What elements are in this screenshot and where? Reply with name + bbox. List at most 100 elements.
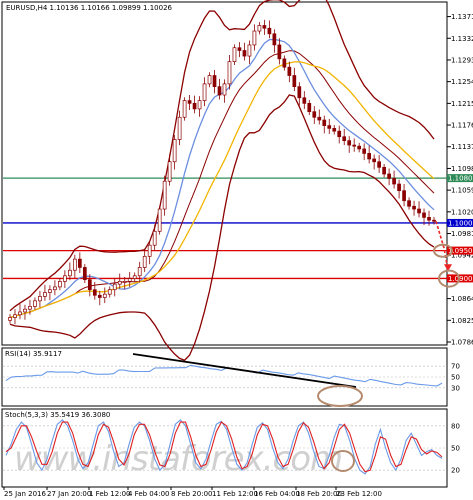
candle-body: [257, 25, 262, 32]
candle-body: [38, 296, 42, 302]
candle-body: [13, 314, 17, 318]
candle-body: [307, 103, 312, 113]
price-level-label: 1.10000: [448, 219, 473, 227]
price-tick-label: 1.10980: [451, 165, 473, 173]
candle-body: [352, 144, 357, 147]
stoch-label: Stoch(5,3,3) 35.5419 36.3080: [5, 411, 110, 419]
candle-body: [217, 86, 222, 96]
time-tick-label: 23 Feb 12:00: [336, 490, 382, 498]
candle-body: [242, 50, 247, 57]
candle-body: [8, 317, 12, 321]
rsi-level-label: 50: [451, 374, 460, 382]
candle-body: [127, 278, 132, 282]
candle-body: [327, 125, 332, 129]
time-axis: 25 Jan 2016 27 Jan 20:001 Feb 12:004 Feb …: [3, 487, 382, 498]
candle-body: [237, 47, 242, 51]
symbol-header: EURUSD,H4 1.10136 1.10166 1.09899 1.1002…: [6, 4, 173, 12]
candle-body: [337, 130, 342, 138]
price-level-label: 1.09003: [448, 275, 473, 283]
candle-body: [387, 173, 391, 179]
candle-body: [157, 208, 162, 232]
candle-body: [107, 289, 112, 295]
time-tick-label: 16 Feb 04:00: [254, 490, 300, 498]
candle-body: [417, 208, 421, 214]
rsi-level-label: 70: [451, 363, 460, 371]
candle-body: [142, 255, 147, 268]
candle-body: [77, 258, 82, 268]
candle-body: [192, 103, 197, 110]
candle-body: [322, 119, 327, 126]
candle-body: [58, 281, 62, 288]
candle-body: [68, 269, 72, 277]
candle-body: [227, 61, 232, 85]
candle-body: [112, 283, 117, 291]
time-tick-label: 1 Feb 12:00: [89, 490, 130, 498]
candle-body: [262, 25, 267, 29]
candle-body: [187, 100, 192, 104]
time-tick-label: 27 Jan 20:00: [47, 490, 91, 498]
time-tick-label: 8 Feb 20:00: [171, 490, 212, 498]
price-tick-label: 1.11760: [451, 122, 473, 130]
chart-root: www.instaforex.com EURUSD,H4 1.10136 1.1…: [0, 0, 473, 500]
candle-body: [33, 300, 37, 307]
price-tick-label: 1.13710: [451, 13, 473, 21]
price-tick-label: 1.07860: [451, 339, 473, 347]
price-tick-label: 1.08640: [451, 295, 473, 303]
candle-body: [23, 308, 27, 313]
candle-body: [407, 200, 411, 207]
candle-body: [207, 75, 212, 85]
candle-body: [402, 190, 406, 202]
candle-body: [252, 30, 257, 46]
candle-body: [82, 267, 87, 281]
watermark: www.instaforex.com: [14, 439, 342, 479]
candle-body: [222, 83, 227, 96]
stoch-level-label: 20: [451, 467, 460, 475]
price-tick-label: 1.10200: [451, 208, 473, 216]
candle-body: [247, 44, 252, 57]
time-tick-label: 25 Jan 2016: [4, 490, 47, 498]
candle-body: [317, 116, 322, 121]
candle-body: [267, 27, 272, 35]
candle-body: [332, 128, 337, 132]
candle-body: [277, 44, 282, 60]
candle-body: [87, 279, 92, 291]
candle-body: [397, 183, 401, 192]
candle-body: [53, 286, 57, 291]
candle-body: [97, 294, 102, 298]
rsi-level-label: 30: [451, 384, 460, 392]
candle-body: [302, 97, 307, 104]
price-tick-label: 1.12540: [451, 78, 473, 86]
time-tick-label: 4 Feb 04:00: [128, 490, 169, 498]
candle-body: [342, 136, 347, 141]
candle-body: [357, 145, 362, 150]
price-panel-frame: [1, 1, 448, 346]
candle-body: [72, 258, 77, 271]
candle-body: [372, 158, 376, 163]
candle-body: [347, 140, 352, 146]
price-tick-label: 1.12930: [451, 56, 473, 64]
candle-body: [28, 306, 32, 310]
candle-body: [167, 161, 172, 182]
candle-body: [117, 281, 122, 285]
candle-body: [287, 66, 292, 76]
price-level-label: 1.10806: [448, 175, 473, 183]
price-tick-label: 1.11370: [451, 143, 473, 151]
candle-body: [282, 58, 287, 68]
candle-body: [362, 148, 367, 154]
candle-body: [43, 292, 47, 297]
candle-body: [297, 86, 302, 99]
candle-body: [312, 111, 317, 118]
candle-body: [202, 83, 207, 101]
price-tick-label: 1.08250: [451, 317, 473, 325]
price-tick-label: 1.09810: [451, 230, 473, 238]
candle-body: [212, 75, 217, 88]
candle-body: [137, 267, 142, 277]
candle-body: [382, 166, 386, 175]
candle-body: [18, 311, 22, 316]
candle-body: [367, 153, 372, 160]
price-tick-label: 1.10590: [451, 187, 473, 195]
candle-body: [122, 281, 127, 283]
candle-body: [63, 275, 67, 282]
candle-body: [48, 289, 52, 293]
candle-body: [232, 47, 237, 62]
